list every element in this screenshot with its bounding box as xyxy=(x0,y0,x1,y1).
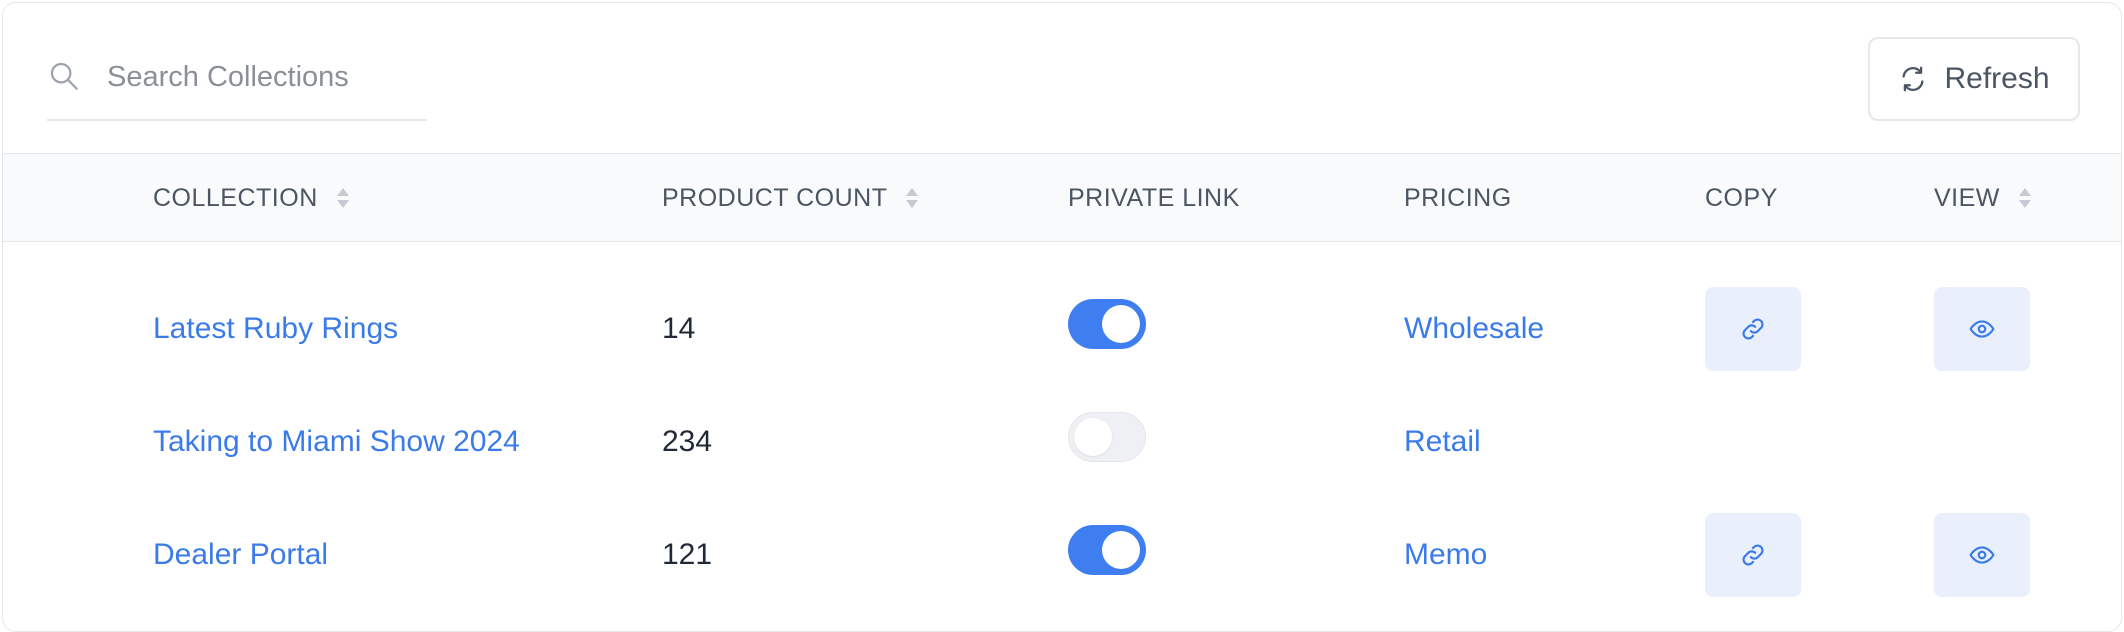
column-label-collection: COLLECTION xyxy=(153,183,318,212)
product-count: 121 xyxy=(662,537,713,571)
column-header-collection[interactable]: COLLECTION xyxy=(153,182,350,214)
column-header-private-link: PRIVATE LINK xyxy=(1068,182,1240,214)
product-count: 14 xyxy=(662,311,696,345)
table-row: Taking to Miami Show 2024 234 Retail xyxy=(3,385,2121,498)
eye-icon xyxy=(1969,319,1995,338)
column-label-copy: COPY xyxy=(1705,183,1778,212)
link-icon xyxy=(1742,543,1764,566)
column-header-pricing: PRICING xyxy=(1404,182,1512,214)
sort-icon[interactable] xyxy=(2018,186,2032,210)
refresh-icon xyxy=(1902,66,1924,92)
private-link-toggle[interactable] xyxy=(1068,411,1146,462)
private-link-toggle[interactable] xyxy=(1068,298,1146,349)
table-header: COLLECTION PRODUCT COUNT PRIVATE LINK PR… xyxy=(3,153,2121,242)
sort-icon[interactable] xyxy=(905,186,919,210)
search-icon xyxy=(50,62,78,90)
column-label-view: VIEW xyxy=(1934,183,2000,212)
private-link-toggle[interactable] xyxy=(1068,524,1146,575)
column-header-copy: COPY xyxy=(1705,182,1778,214)
column-header-product-count[interactable]: PRODUCT COUNT xyxy=(662,182,919,214)
toggle-knob xyxy=(1074,417,1112,456)
pricing-link[interactable]: Retail xyxy=(1404,425,1481,459)
product-count: 234 xyxy=(662,424,713,458)
column-header-view[interactable]: VIEW xyxy=(1934,182,2032,214)
collection-link[interactable]: Latest Ruby Rings xyxy=(153,312,398,346)
pricing-link[interactable]: Wholesale xyxy=(1404,312,1544,346)
collection-link[interactable]: Dealer Portal xyxy=(153,538,328,572)
search-input[interactable] xyxy=(107,51,417,103)
table-row: Dealer Portal 121 Memo xyxy=(3,498,2121,611)
collection-link[interactable]: Taking to Miami Show 2024 xyxy=(153,425,520,459)
toggle-knob xyxy=(1102,530,1140,569)
column-label-product-count: PRODUCT COUNT xyxy=(662,183,888,212)
refresh-label: Refresh xyxy=(1944,62,2050,95)
view-button[interactable] xyxy=(1934,286,2030,371)
column-label-pricing: PRICING xyxy=(1404,183,1512,212)
table-row: Latest Ruby Rings 14 Wholesale xyxy=(3,272,2121,385)
copy-link-button[interactable] xyxy=(1705,286,1801,371)
search-box[interactable] xyxy=(47,43,427,121)
toolbar: Refresh xyxy=(3,3,2121,153)
copy-link-button[interactable] xyxy=(1705,512,1801,597)
refresh-button[interactable]: Refresh xyxy=(1868,37,2080,121)
toggle-knob xyxy=(1102,304,1140,343)
link-icon xyxy=(1742,317,1764,340)
pricing-link[interactable]: Memo xyxy=(1404,538,1487,572)
eye-icon xyxy=(1969,545,1995,564)
collections-panel: Refresh COLLECTION PRODUCT COUNT PRIVATE… xyxy=(2,2,2122,632)
view-button[interactable] xyxy=(1934,512,2030,597)
sort-icon[interactable] xyxy=(336,186,350,210)
column-label-private-link: PRIVATE LINK xyxy=(1068,183,1240,212)
